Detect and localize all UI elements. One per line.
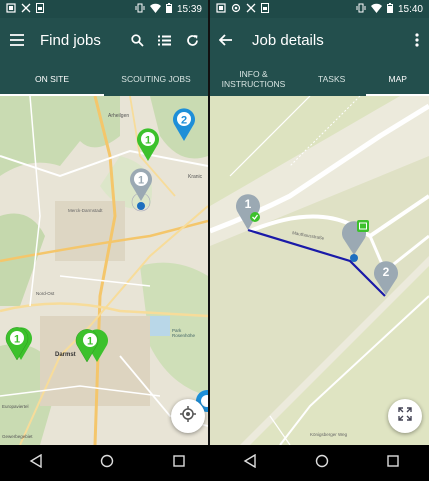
recents-nav-icon[interactable] <box>173 454 185 472</box>
battery-icon <box>165 2 172 16</box>
find-jobs-screen: 15:39 Find jobs On site Scouting jobs <box>0 0 208 445</box>
map-label-europaviertel: Europaviertel <box>2 404 29 409</box>
search-icon[interactable] <box>124 18 150 62</box>
app-bar: Job details <box>210 18 429 62</box>
recents-nav-icon[interactable] <box>387 454 399 472</box>
job-details-screen: 15:40 Job details Info & Instructions Ta… <box>210 0 429 445</box>
list-view-icon[interactable] <box>150 18 178 62</box>
status-bar: 15:39 <box>0 0 208 18</box>
more-options-icon[interactable] <box>405 18 429 62</box>
job-map[interactable]: Mauthausstraße Königsberger Weg 1 2 <box>210 96 429 445</box>
app-bar: Find jobs <box>0 18 208 62</box>
back-arrow-icon[interactable] <box>210 18 240 62</box>
map-marker[interactable]: 1 <box>135 126 161 162</box>
map-marker[interactable]: 1 <box>70 324 110 364</box>
tab-bar: Info & Instructions Tasks Map <box>210 62 429 96</box>
sim-icon <box>261 2 269 16</box>
back-nav-icon[interactable] <box>29 453 43 473</box>
map-canvas <box>0 96 208 445</box>
vibrate-icon <box>356 3 366 16</box>
fullscreen-button[interactable] <box>388 399 422 433</box>
tools-icon <box>21 3 31 16</box>
status-time: 15:39 <box>176 3 202 15</box>
battery-icon <box>386 2 393 16</box>
job-start-marker[interactable]: 1 <box>234 190 264 232</box>
wifi-icon <box>370 3 382 16</box>
notification-icon <box>216 2 226 16</box>
map-marker[interactable]: 1 <box>128 166 154 212</box>
map-label-street2: Königsberger Weg <box>310 432 348 437</box>
expand-icon <box>398 406 412 426</box>
job-end-marker[interactable]: 2 <box>372 258 402 296</box>
crosshair-icon <box>180 405 196 427</box>
tab-tasks[interactable]: Tasks <box>297 62 367 96</box>
map-label-arheilgen: Arheilgen <box>108 113 130 119</box>
tab-scouting-jobs[interactable]: Scouting jobs <box>104 62 208 96</box>
location-icon <box>231 3 241 16</box>
marker-label: 2 <box>383 265 390 279</box>
map-label-park: Park Rosenhöhe <box>172 328 196 338</box>
menu-icon[interactable] <box>2 18 32 62</box>
marker-label: 1 <box>87 336 93 348</box>
map-label-merck: Merck-Darmstadt <box>68 208 103 213</box>
system-nav-bar <box>0 445 429 481</box>
marker-label: 1 <box>14 334 20 346</box>
vibrate-icon <box>135 3 145 16</box>
sim-icon <box>36 2 44 16</box>
city-map[interactable]: Arheilgen Kranic Merck-Darmstadt Nord-Os… <box>0 96 208 445</box>
map-label-gewerbe: Gewerbegebiet <box>2 434 33 439</box>
tab-map[interactable]: Map <box>366 62 429 96</box>
back-nav-icon[interactable] <box>243 453 257 473</box>
marker-label: 1 <box>138 175 144 187</box>
page-title: Find jobs <box>40 31 101 49</box>
map-marker[interactable]: 2 <box>171 106 197 142</box>
tab-info-instructions[interactable]: Info & Instructions <box>210 62 297 96</box>
status-bar: 15:40 <box>210 0 429 18</box>
map-label-kranic: Kranic <box>188 174 203 180</box>
tools-icon <box>246 3 256 16</box>
marker-label: 1 <box>145 135 151 147</box>
map-label-nord-ost: Nord-Ost <box>36 291 55 296</box>
home-nav-icon[interactable] <box>100 454 114 473</box>
my-location-button[interactable] <box>171 399 205 433</box>
current-location-marker[interactable] <box>340 220 372 266</box>
refresh-icon[interactable] <box>178 18 206 62</box>
tab-on-site[interactable]: On site <box>0 62 104 96</box>
home-nav-icon[interactable] <box>315 454 329 473</box>
marker-label: 1 <box>245 197 252 211</box>
page-title: Job details <box>252 31 324 49</box>
marker-label: 2 <box>181 115 187 127</box>
notification-icon <box>6 2 16 16</box>
tab-bar: On site Scouting jobs <box>0 62 208 96</box>
wifi-icon <box>149 3 161 16</box>
status-time: 15:40 <box>397 3 423 15</box>
map-marker[interactable]: 1 <box>2 322 34 362</box>
